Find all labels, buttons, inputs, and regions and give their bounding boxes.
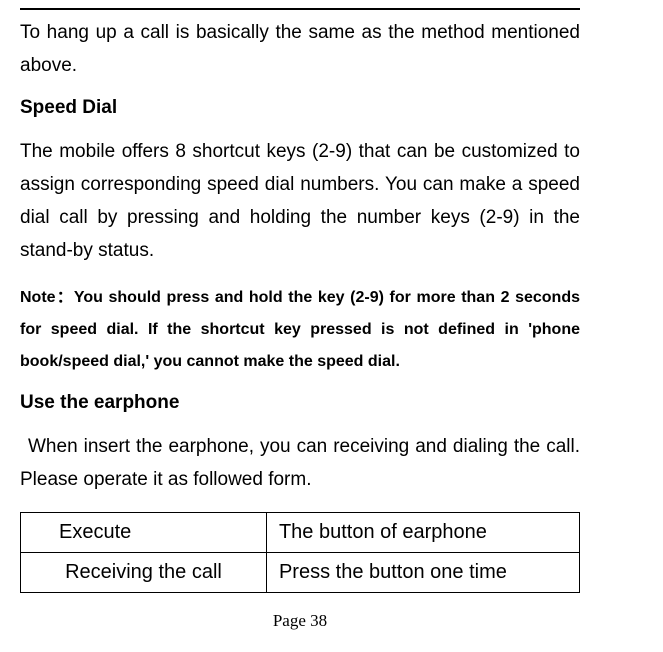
page-container: To hang up a call is basically the same … [0, 0, 663, 652]
table-cell-receiving: Receiving the call [21, 553, 267, 593]
table-row: Execute The button of earphone [21, 513, 580, 553]
table-header-execute: Execute [21, 513, 267, 553]
heading-speed-dial: Speed Dial [20, 97, 603, 119]
earphone-table: Execute The button of earphone Receiving… [20, 512, 580, 593]
table-row: Receiving the call Press the button one … [21, 553, 580, 593]
table-cell-press: Press the button one time [266, 553, 579, 593]
paragraph-hangup: To hang up a call is basically the same … [20, 16, 580, 83]
page-number: Page 38 [20, 611, 580, 631]
note-speed-dial: Note：You should press and hold the key (… [20, 282, 580, 378]
heading-earphone: Use the earphone [20, 392, 603, 414]
horizontal-rule [20, 8, 580, 10]
paragraph-earphone: When insert the earphone, you can receiv… [20, 430, 580, 497]
table-header-button: The button of earphone [266, 513, 579, 553]
paragraph-speed-dial: The mobile offers 8 shortcut keys (2-9) … [20, 135, 580, 268]
